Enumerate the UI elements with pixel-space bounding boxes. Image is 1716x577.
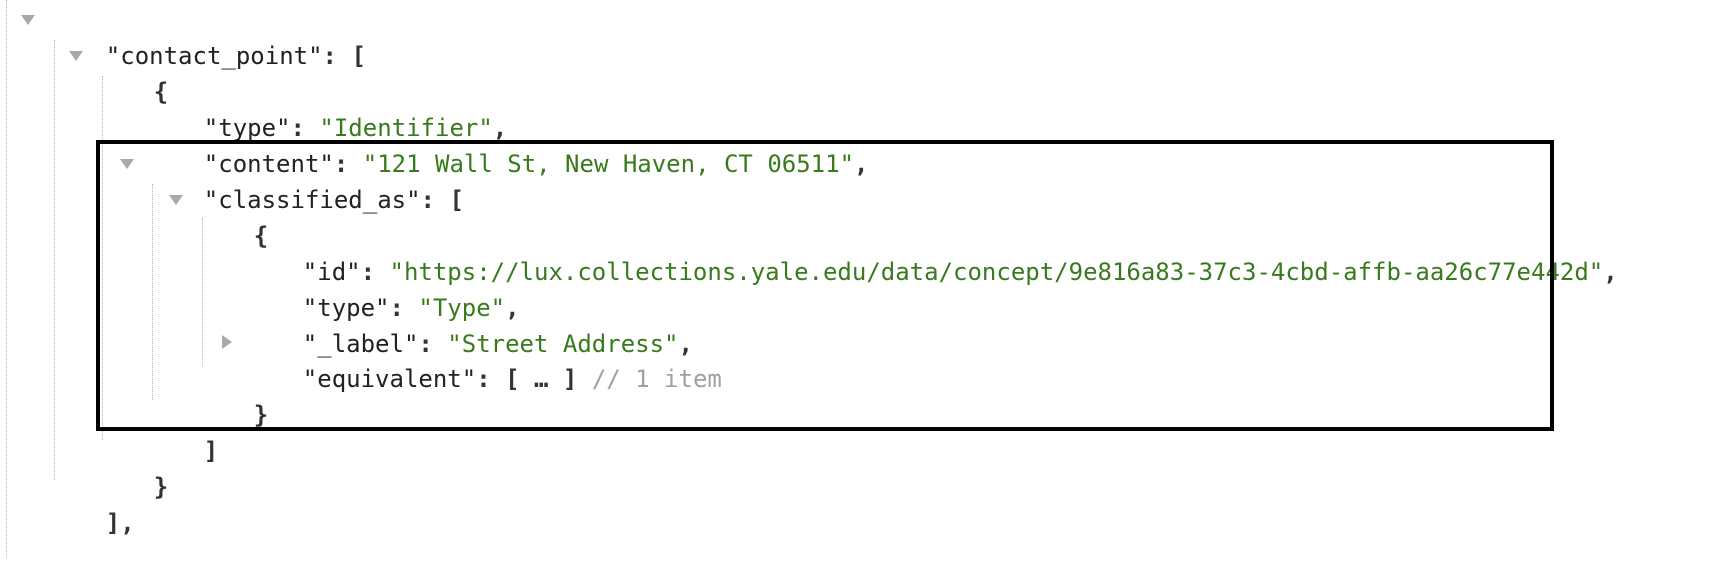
json-line-object-close: } <box>96 433 168 501</box>
json-open-bracket: [ <box>351 42 366 70</box>
json-line-object-open: { <box>196 182 268 250</box>
expanded-triangle-down-icon[interactable] <box>120 159 134 169</box>
json-line-array-close: ], <box>48 469 135 537</box>
json-line-classified-as: "classified_as": [ <box>146 146 464 214</box>
json-close-brace: } <box>253 401 269 429</box>
collapsed-triangle-right-icon[interactable] <box>222 335 232 349</box>
json-close-bracket: ] <box>562 365 578 393</box>
json-line-object-close: } <box>196 361 268 429</box>
json-line-id: "id": "https://lux.collections.yale.edu/… <box>245 218 1618 286</box>
json-line-object-open: { <box>96 38 168 106</box>
json-separator: : <box>476 365 506 393</box>
collapsed-ellipsis[interactable]: … <box>534 365 548 393</box>
json-open-bracket: [ <box>449 186 464 214</box>
indent-guide <box>6 0 7 558</box>
json-comma: , <box>854 150 869 178</box>
json-line-equivalent[interactable]: "equivalent": [ … ] // 1 item <box>245 325 722 393</box>
item-count-comment: // 1 item <box>591 365 722 393</box>
json-close-bracket: ] <box>203 437 219 465</box>
json-line-type: "type": "Type", <box>245 254 520 322</box>
json-line-type: "type": "Identifier", <box>146 74 507 142</box>
json-open-bracket: [ <box>505 365 520 393</box>
expanded-triangle-down-icon[interactable] <box>69 51 83 61</box>
json-key-equivalent: "equivalent" <box>302 365 477 393</box>
json-viewer: "contact_point": [ { "type": "Identifier… <box>0 0 1716 558</box>
json-line-content: "content": "121 Wall St, New Haven, CT 0… <box>146 110 869 178</box>
json-value-id: "https://lux.collections.yale.edu/data/c… <box>389 258 1604 286</box>
json-close-brace: } <box>153 473 169 501</box>
json-separator: : <box>322 42 352 70</box>
json-comma: , <box>1603 258 1618 286</box>
json-line-contact-point: "contact_point": [ <box>48 2 366 70</box>
json-separator: : <box>420 186 450 214</box>
json-line-array-close: ] <box>146 397 218 465</box>
expanded-triangle-down-icon[interactable] <box>21 15 35 25</box>
json-close-bracket: ], <box>105 509 135 537</box>
json-line-label: "_label": "Street Address", <box>245 290 693 358</box>
expanded-triangle-down-icon[interactable] <box>169 195 183 205</box>
